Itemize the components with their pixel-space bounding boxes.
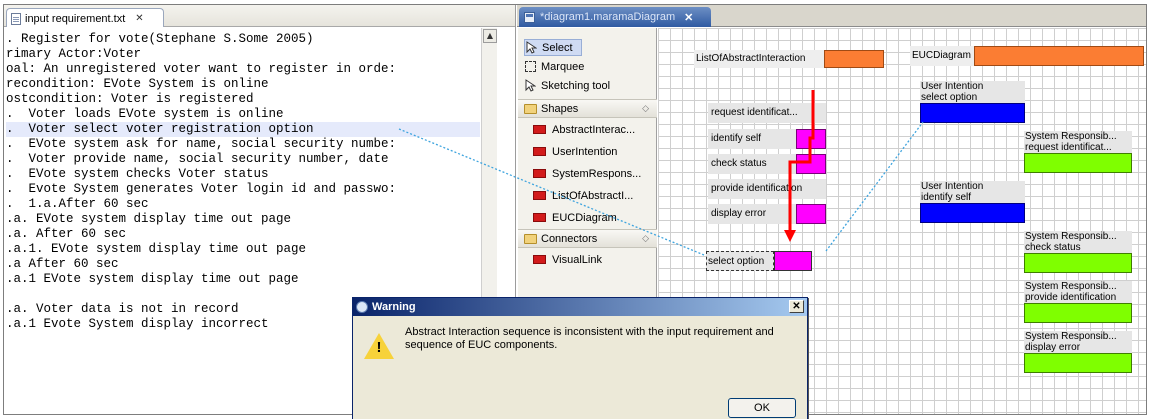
folder-icon: [524, 233, 537, 244]
palette-label: Marquee: [541, 60, 585, 73]
palette-sketching-tool[interactable]: Sketching tool: [518, 76, 657, 95]
text-line: . EVote system ask for name, social secu…: [6, 137, 397, 151]
palette-shape-item[interactable]: AbstractInterac...: [518, 120, 657, 139]
text-line: .a. EVote system display time out page: [6, 212, 292, 226]
text-line: .a. After 60 sec: [6, 227, 127, 241]
scroll-up-arrow-icon[interactable]: ▲: [483, 29, 497, 43]
warning-dialog: Warning ✕ ! Abstract Interaction sequenc…: [352, 297, 808, 419]
palette-shape-item[interactable]: EUCDiagram: [518, 208, 657, 227]
text-line: .a.1. EVote system display time out page: [6, 242, 307, 256]
warning-icon-mark: !: [376, 339, 382, 356]
folder-icon: [524, 103, 537, 114]
palette-marquee-tool[interactable]: Marquee: [518, 57, 657, 76]
close-tab-icon[interactable]: ✕: [135, 13, 143, 24]
arrow-pointer-icon: [525, 79, 536, 92]
shape-icon: [533, 125, 546, 134]
palette-shape-item[interactable]: SystemRespons...: [518, 164, 657, 183]
tab-diagram[interactable]: *diagram1.maramaDiagram ✕: [519, 7, 711, 27]
dialog-close-button[interactable]: ✕: [789, 300, 804, 313]
tab-label: *diagram1.maramaDiagram: [540, 11, 676, 23]
palette-drawer-shapes[interactable]: Shapes ◇: [518, 99, 657, 118]
palette-connector-item[interactable]: VisualLink: [518, 250, 657, 269]
close-tab-icon[interactable]: ✕: [684, 11, 693, 24]
text-line: . Evote System generates Voter login id …: [6, 182, 397, 196]
arrow-pointer-icon: [526, 41, 537, 54]
palette-label: VisualLink: [552, 253, 602, 266]
shape-icon: [533, 213, 546, 222]
dialog-message: Abstract Interaction sequence is inconsi…: [405, 326, 774, 351]
editor-tab-bar: input requirement.txt ✕: [4, 5, 515, 27]
shape-icon: [533, 191, 546, 200]
text-line: . Voter loads EVote system is online: [6, 107, 284, 121]
text-line: . Register for vote(Stephane S.Some 2005…: [6, 32, 314, 46]
palette-select-tool[interactable]: Select: [518, 38, 657, 57]
text-line: . Voter provide name, social security nu…: [6, 152, 389, 166]
shape-icon: [533, 169, 546, 178]
palette-shape-item[interactable]: ListOfAbstractI...: [518, 186, 657, 205]
text-line: oal: An unregistered voter want to regis…: [6, 62, 397, 76]
sketch-arrowhead-icon: [784, 230, 796, 242]
palette-label: Select: [542, 41, 573, 54]
shape-icon: [533, 147, 546, 156]
palette-label: AbstractInterac...: [552, 123, 636, 136]
ok-button[interactable]: OK: [728, 398, 796, 418]
diagram-tab-bar: *diagram1.maramaDiagram ✕: [517, 5, 1146, 27]
text-line: rimary Actor:Voter: [6, 47, 142, 61]
palette-shape-item[interactable]: UserIntention: [518, 142, 657, 161]
palette-drawer-connectors[interactable]: Connectors ◇: [518, 229, 657, 248]
palette-label: UserIntention: [552, 145, 618, 158]
app-icon: [356, 301, 368, 313]
collapse-icon[interactable]: ◇: [642, 233, 649, 244]
palette-label: SystemRespons...: [552, 167, 642, 180]
collapse-icon[interactable]: ◇: [642, 103, 649, 114]
text-line: .a.1 EVote system display time out page: [6, 272, 299, 286]
text-line: . 1.a.After 60 sec: [6, 197, 149, 211]
marquee-icon: [525, 61, 536, 72]
text-line: recondition: EVote System is online: [6, 77, 269, 91]
text-line: . EVote system checks Voter status: [6, 167, 269, 181]
palette-label: Sketching tool: [541, 79, 611, 92]
palette-label: ListOfAbstractI...: [552, 189, 634, 202]
text-file-icon: [11, 12, 21, 25]
visual-link[interactable]: [825, 121, 924, 252]
drawer-label: Connectors: [541, 232, 598, 245]
dialog-title-bar[interactable]: Warning: [353, 298, 807, 316]
diagram-file-icon: [524, 11, 535, 23]
dialog-title: Warning: [372, 301, 416, 313]
sketch-path: [788, 90, 815, 233]
connector-icon: [533, 255, 546, 264]
tab-label: input requirement.txt: [25, 12, 126, 25]
tab-input-requirement[interactable]: input requirement.txt ✕: [6, 8, 164, 27]
text-line: .a After 60 sec: [6, 257, 119, 271]
text-line-selected: . Voter select voter registration option: [6, 122, 480, 137]
text-line: ostcondition: Voter is registered: [6, 92, 254, 106]
drawer-label: Shapes: [541, 102, 579, 115]
palette-label: EUCDiagram: [552, 211, 617, 224]
